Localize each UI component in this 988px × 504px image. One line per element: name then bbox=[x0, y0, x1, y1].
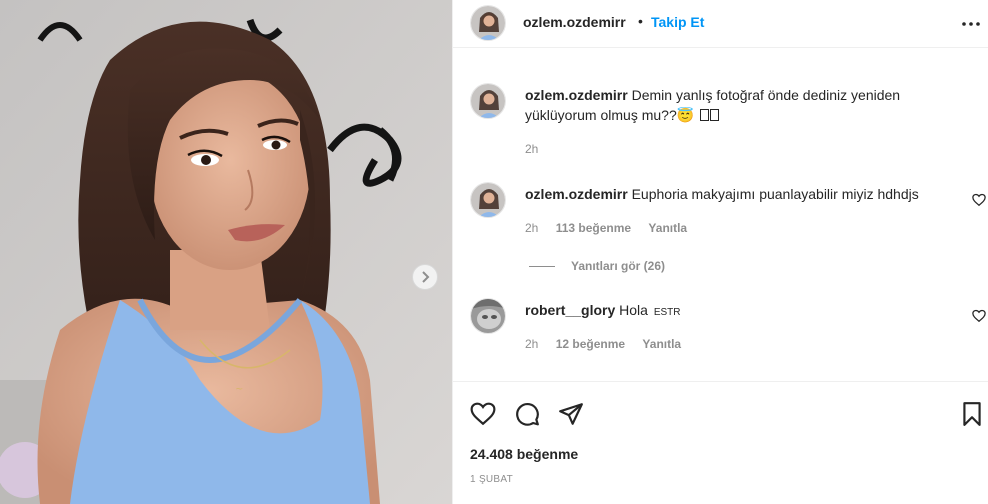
avatar[interactable] bbox=[470, 83, 506, 119]
post-photo: ~ bbox=[0, 0, 452, 504]
comments-list[interactable]: ozlem.ozdemirr Demin yanlış fotoğraf önd… bbox=[453, 48, 988, 382]
carousel-next-button[interactable] bbox=[412, 264, 438, 290]
avatar-image bbox=[471, 84, 505, 118]
reply-button[interactable]: Yanıtla bbox=[648, 221, 687, 235]
avatar-image bbox=[471, 299, 505, 333]
comment-likes[interactable]: 113 beğenme bbox=[556, 221, 631, 235]
svg-text:~: ~ bbox=[235, 384, 243, 395]
post-side-panel: ozlem.ozdemirr • Takip Et ozlem.ozdemirr… bbox=[452, 0, 988, 504]
like-heart-icon[interactable] bbox=[470, 401, 496, 427]
chevron-right-icon bbox=[422, 271, 430, 283]
avatar-image bbox=[471, 6, 505, 40]
portrait-image: ~ bbox=[0, 0, 452, 504]
follow-button[interactable]: Takip Et bbox=[651, 14, 704, 30]
post-actions bbox=[453, 383, 988, 439]
reply-button[interactable]: Yanıtla bbox=[642, 337, 681, 351]
comment-caption: ozlem.ozdemirr Demin yanlış fotoğraf önd… bbox=[525, 85, 955, 125]
save-bookmark-icon[interactable] bbox=[959, 401, 985, 427]
comment-meta: 2h 113 beğenme Yanıtla bbox=[525, 221, 701, 235]
missing-glyph-icon bbox=[710, 109, 720, 121]
post-date[interactable]: 1 ŞUBAT bbox=[470, 474, 513, 485]
view-replies-button[interactable]: Yanıtları gör (26) bbox=[529, 259, 665, 273]
comment-username[interactable]: ozlem.ozdemirr bbox=[525, 87, 628, 103]
comment-badge: ESTR bbox=[653, 307, 681, 318]
comment-likes[interactable]: 12 beğenme bbox=[556, 337, 625, 351]
share-paper-plane-icon[interactable] bbox=[558, 401, 584, 427]
comment-like-heart-icon[interactable] bbox=[972, 193, 986, 207]
comment-meta: 2h 12 beğenme Yanıtla bbox=[525, 337, 695, 351]
comment-time[interactable]: 2h bbox=[525, 142, 538, 156]
comment-text: Hola bbox=[619, 302, 648, 318]
comment-text: Euphoria makyajımı puanlayabilir miyiz h… bbox=[631, 186, 919, 202]
emoji: 😇 bbox=[676, 107, 695, 123]
comment-time[interactable]: 2h bbox=[525, 337, 538, 351]
avatar[interactable] bbox=[470, 182, 506, 218]
avatar-image bbox=[471, 183, 505, 217]
like-count[interactable]: 24.408 beğenme bbox=[470, 446, 578, 462]
avatar[interactable] bbox=[470, 5, 506, 41]
comment-username[interactable]: robert__glory bbox=[525, 302, 615, 318]
replies-divider bbox=[529, 266, 555, 268]
post-author-username[interactable]: ozlem.ozdemirr bbox=[523, 14, 626, 30]
avatar[interactable] bbox=[470, 298, 506, 334]
comment-username[interactable]: ozlem.ozdemirr bbox=[525, 186, 628, 202]
comment-body: ozlem.ozdemirr Euphoria makyajımı puanla… bbox=[525, 184, 955, 204]
view-replies-label: Yanıtları gör (26) bbox=[571, 259, 666, 273]
post-header: ozlem.ozdemirr • Takip Et bbox=[453, 0, 988, 48]
comment-bubble-icon[interactable] bbox=[514, 401, 540, 427]
comment-meta: 2h bbox=[525, 142, 552, 156]
comment-like-heart-icon[interactable] bbox=[972, 309, 986, 323]
separator-dot: • bbox=[638, 13, 643, 29]
missing-glyph-icon bbox=[700, 109, 710, 121]
more-options-icon[interactable] bbox=[961, 14, 981, 34]
comment-time[interactable]: 2h bbox=[525, 221, 538, 235]
comment-body: robert__glory Hola ESTR bbox=[525, 300, 955, 323]
